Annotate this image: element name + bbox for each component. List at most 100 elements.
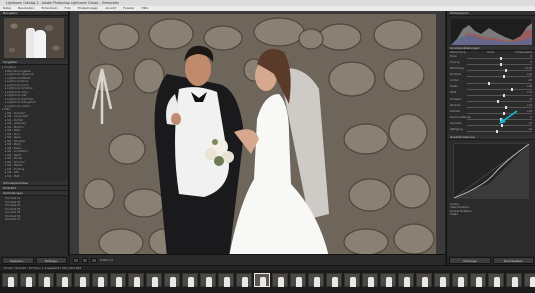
previous-button[interactable]: Vorherige [449, 257, 491, 264]
wall-stone [148, 18, 194, 50]
slider-knob[interactable] [499, 63, 502, 67]
treatment-bw[interactable]: Schwarzweiß [515, 51, 532, 54]
loupe-view-button[interactable] [73, 257, 79, 263]
slider-track[interactable] [467, 81, 532, 85]
presets-list: ▾ Vorgaben ▸ Benutzervorgaben ▸ Lightroom-… [0, 65, 68, 179]
filmstrip-thumbnail[interactable] [524, 273, 535, 287]
left-section-header[interactable]: Sammlungen [0, 191, 68, 196]
filmstrip-thumbnail[interactable] [128, 273, 144, 287]
presets-title: Vorgaben [3, 60, 18, 64]
wall-stone [318, 23, 362, 51]
treatment-row: Behandlung: Farbe Schwarzweiß [447, 51, 535, 55]
menu-item[interactable]: Bearbeiten [18, 6, 34, 10]
basic-header[interactable]: Grundeinstellungen [447, 46, 535, 51]
menu-item[interactable]: Hilfe [141, 6, 148, 10]
wall-stone [98, 228, 144, 257]
copy-button[interactable]: Kopieren... [2, 257, 34, 264]
slider-knob[interactable] [488, 81, 491, 85]
filmstrip-thumbnail[interactable] [362, 273, 378, 287]
slider-knob[interactable] [503, 93, 506, 97]
slider-knob[interactable] [499, 57, 502, 61]
wall-stone [123, 188, 165, 218]
slider-track[interactable] [467, 99, 532, 103]
paste-button[interactable]: Einfügen [35, 257, 67, 264]
slider-track[interactable] [467, 57, 532, 61]
right-panel: Histogramm Grundeinstellungen Behandlung… [446, 11, 535, 265]
filmstrip-thumbnail[interactable] [434, 273, 450, 287]
menu-item[interactable]: Foto [65, 6, 71, 10]
filmstrip-thumbnail[interactable] [92, 273, 108, 287]
slider-label: Temp [450, 54, 457, 58]
slider-track[interactable] [467, 63, 532, 67]
filmstrip-thumbnail[interactable] [380, 273, 396, 287]
filmstrip-thumbnail[interactable] [308, 273, 324, 287]
filmstrip-thumbnail[interactable] [200, 273, 216, 287]
filmstrip-thumbnail[interactable] [38, 273, 54, 287]
before-after-button[interactable] [91, 257, 97, 263]
filmstrip-thumbnail[interactable] [290, 273, 306, 287]
slider-track[interactable] [467, 130, 532, 134]
filmstrip-thumbnail[interactable] [470, 273, 486, 287]
histogram-title: Histogramm [450, 11, 469, 15]
filmstrip-thumbnail[interactable] [164, 273, 180, 287]
slider-knob[interactable] [504, 69, 507, 73]
presets-header[interactable]: Vorgaben [0, 60, 68, 65]
menu-item[interactable]: Entwickeln [41, 6, 57, 10]
collection-item[interactable]: Hochzeit 07 [2, 218, 66, 222]
wall-stone [203, 25, 243, 51]
filmstrip-thumbnail[interactable] [146, 273, 162, 287]
wedding-photo[interactable] [79, 14, 436, 257]
menu-item[interactable]: Ansicht [105, 6, 116, 10]
filmstrip-thumbnail[interactable] [74, 273, 90, 287]
slider-track[interactable] [467, 69, 532, 73]
wall-stone [253, 17, 305, 47]
filmstrip-thumbnail[interactable] [110, 273, 126, 287]
menu-item[interactable]: Einstellungen [78, 6, 98, 10]
slider-track[interactable] [467, 87, 532, 91]
navigator-thumbnail[interactable] [4, 18, 64, 58]
slider-knob[interactable] [511, 87, 514, 91]
filmstrip-thumbnail[interactable] [20, 273, 36, 287]
slider-label: Belichtung [450, 67, 464, 71]
histogram [451, 19, 532, 45]
slider-label: Lichter [450, 79, 459, 83]
filmstrip-thumbnail[interactable] [182, 273, 198, 287]
filmstrip-thumbnail[interactable] [236, 273, 252, 287]
navigator-header[interactable]: Navigator [0, 11, 68, 16]
curve-header[interactable]: Gradationskurve [447, 135, 535, 141]
menu-item[interactable]: Fenster [123, 6, 134, 10]
filmstrip-thumbnail[interactable] [344, 273, 360, 287]
slider-label: Schwarz [450, 97, 461, 101]
filmstrip-thumbnail[interactable] [218, 273, 234, 287]
filmstrip-thumbnail[interactable] [272, 273, 288, 287]
wall-stone [373, 19, 423, 51]
curve-sliders: Lichter Helle Farbtöne Dunkle Farbtöne Tief… [447, 202, 535, 217]
tone-curve[interactable] [453, 143, 530, 200]
filmstrip-thumbnail[interactable] [398, 273, 414, 287]
histogram-header[interactable]: Histogramm [447, 11, 535, 16]
slider-knob[interactable] [496, 99, 499, 103]
reset-button[interactable]: Zurücksetzen [492, 257, 534, 264]
view-toolbar: Softproof [70, 254, 445, 265]
filmstrip-thumbnail[interactable] [254, 273, 270, 287]
slider-track[interactable] [467, 75, 532, 79]
treatment-label: Behandlung: [450, 51, 467, 55]
treatment-color[interactable]: Farbe [487, 51, 494, 54]
curve-slider-row[interactable]: Tiefen [447, 213, 535, 217]
slider-track[interactable] [467, 93, 532, 97]
slider-knob[interactable] [502, 75, 505, 79]
filmstrip-thumbnail[interactable] [56, 273, 72, 287]
filmstrip-thumbnail[interactable] [326, 273, 342, 287]
wall-stone [108, 133, 146, 165]
compare-view-button[interactable] [82, 257, 88, 263]
filmstrip-thumbnail[interactable] [2, 273, 18, 287]
wall-stone [83, 178, 115, 210]
left-sections: Schnappschüsse Protokoll Sammlungen [0, 181, 68, 196]
filmstrip-thumbnail[interactable] [452, 273, 468, 287]
preset-folder-item[interactable]: ▸ Stil - Matt [2, 175, 66, 179]
wall-stone [343, 228, 389, 256]
filmstrip-thumbnail[interactable] [488, 273, 504, 287]
menu-item[interactable]: Datei [3, 6, 11, 10]
filmstrip-thumbnail[interactable] [506, 273, 522, 287]
filmstrip-thumbnail[interactable] [416, 273, 432, 287]
